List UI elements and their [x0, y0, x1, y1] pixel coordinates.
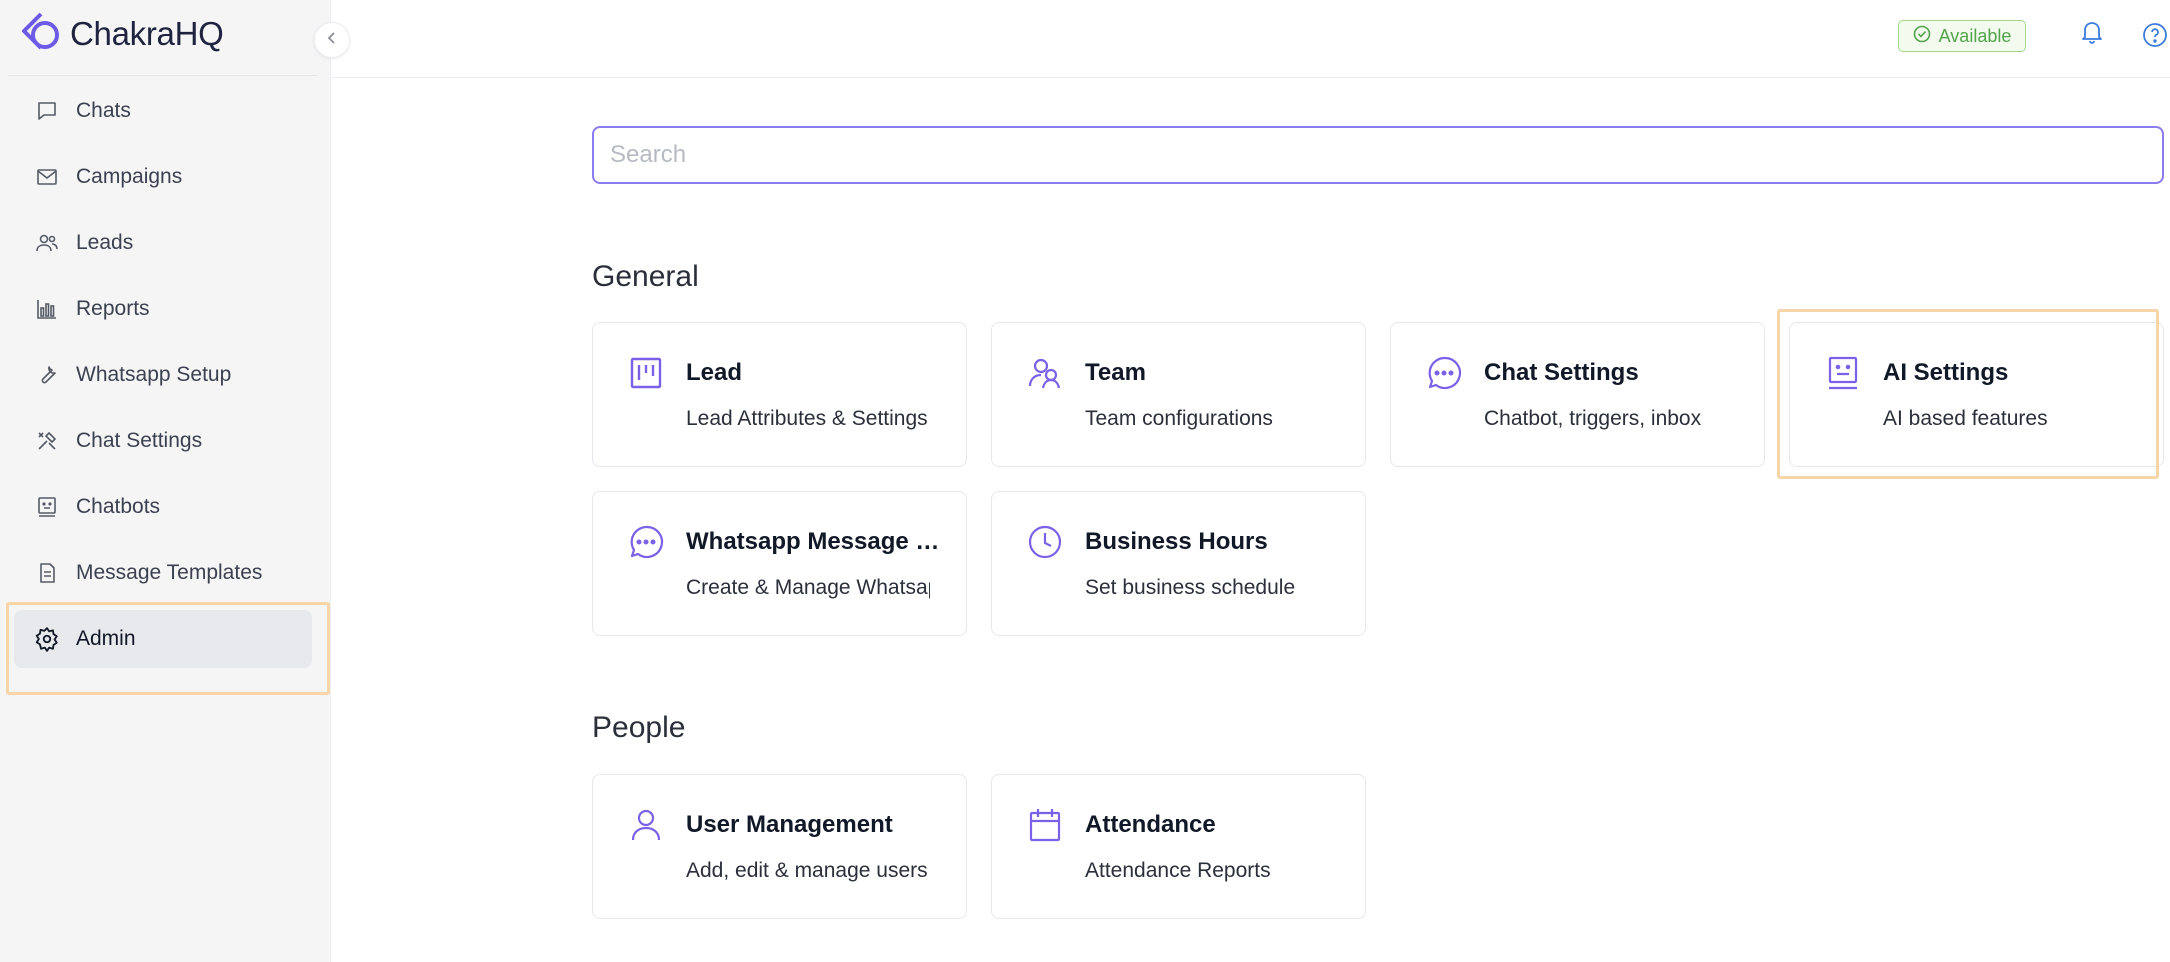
logo[interactable]: ChakraHQ	[20, 11, 224, 58]
sidebar-item-reports[interactable]: Reports	[14, 280, 312, 338]
sidebar-item-label: Chats	[76, 99, 131, 122]
bar-chart-icon	[34, 296, 60, 322]
sidebar-item-chatbots[interactable]: Chatbots	[14, 478, 312, 536]
card-attendance[interactable]: Attendance Attendance Reports	[991, 774, 1366, 919]
card-user-management[interactable]: User Management Add, edit & manage users	[592, 774, 967, 919]
status-badge[interactable]: Available	[1898, 20, 2026, 52]
card-subtitle: Add, edit & manage users	[686, 859, 928, 882]
bell-icon	[2081, 20, 2103, 49]
calendar-icon	[1025, 805, 1065, 845]
wrench-icon	[34, 362, 60, 388]
check-circle-icon	[1913, 25, 1931, 48]
card-lead[interactable]: Lead Lead Attributes & Settings	[592, 322, 967, 467]
chat-bubble-icon	[34, 98, 60, 124]
sidebar-item-label: Message Templates	[76, 561, 263, 584]
card-title: User Management	[686, 811, 893, 838]
notifications-button[interactable]	[2078, 20, 2106, 48]
sidebar-item-whatsapp-setup[interactable]: Whatsapp Setup	[14, 346, 312, 404]
sidebar-item-label: Reports	[76, 297, 150, 320]
document-icon	[34, 560, 60, 586]
logo-text: ChakraHQ	[70, 15, 224, 52]
sidebar-item-label: Chatbots	[76, 495, 161, 518]
help-button[interactable]	[2140, 22, 2170, 52]
section-title-general: General	[592, 260, 699, 293]
card-subtitle: Chatbot, triggers, inbox	[1484, 407, 1702, 430]
card-team[interactable]: Team Team configurations	[991, 322, 1366, 467]
sidebar-item-label: Leads	[76, 231, 134, 254]
ai-settings-highlight-box	[1777, 309, 2159, 479]
status-label: Available	[1938, 25, 2012, 46]
card-chat-settings[interactable]: Chat Settings Chatbot, triggers, inbox	[1390, 322, 1765, 467]
sidebar-item-chats[interactable]: Chats	[14, 82, 312, 140]
topbar	[332, 0, 2170, 78]
card-title: Chat Settings	[1484, 359, 1639, 386]
chakra-logo-icon	[20, 11, 62, 58]
chat-dots-icon	[626, 522, 666, 562]
chat-dots-icon	[1424, 353, 1464, 393]
admin-highlight-box	[6, 602, 330, 695]
card-title: Lead	[686, 359, 743, 386]
search-input[interactable]	[592, 126, 2164, 184]
sidebar-item-chat-settings[interactable]: Chat Settings	[14, 412, 312, 470]
collapse-sidebar-button[interactable]	[314, 22, 350, 58]
card-title: Attendance	[1085, 811, 1216, 838]
section-title-people: People	[592, 711, 686, 744]
sidebar-item-leads[interactable]: Leads	[14, 214, 312, 272]
people-icon	[34, 230, 60, 256]
card-subtitle: Attendance Reports	[1085, 859, 1271, 882]
envelope-icon	[34, 164, 60, 190]
sidebar: ChakraHQ Chats Campaigns Leads Reports W…	[0, 0, 331, 962]
card-title: Team	[1085, 359, 1146, 386]
sidebar-item-label: Whatsapp Setup	[76, 363, 232, 386]
card-subtitle: Lead Attributes & Settings	[686, 407, 928, 430]
clock-icon	[1025, 522, 1065, 562]
divider	[8, 75, 318, 76]
card-whatsapp-message-templates[interactable]: Whatsapp Message Templates Create & Mana…	[592, 491, 967, 636]
team-icon	[1025, 353, 1065, 393]
card-subtitle: Set business schedule	[1085, 576, 1296, 599]
tools-icon	[34, 428, 60, 454]
kanban-icon	[626, 353, 666, 393]
sidebar-item-label: Chat Settings	[76, 429, 203, 452]
card-title: Business Hours	[1085, 528, 1268, 555]
chevron-left-icon	[324, 30, 340, 51]
card-business-hours[interactable]: Business Hours Set business schedule	[991, 491, 1366, 636]
sidebar-item-label: Campaigns	[76, 165, 183, 188]
sidebar-nav: Chats Campaigns Leads Reports Whatsapp S…	[14, 82, 312, 676]
bot-icon	[34, 494, 60, 520]
sidebar-item-message-templates[interactable]: Message Templates	[14, 544, 312, 602]
help-circle-icon	[2142, 22, 2168, 53]
sidebar-item-campaigns[interactable]: Campaigns	[14, 148, 312, 206]
card-title: Whatsapp Message Templates	[686, 528, 946, 555]
user-icon	[626, 805, 666, 845]
card-subtitle: Team configurations	[1085, 407, 1273, 430]
card-subtitle: Create & Manage Whatsapp templates	[686, 576, 930, 599]
